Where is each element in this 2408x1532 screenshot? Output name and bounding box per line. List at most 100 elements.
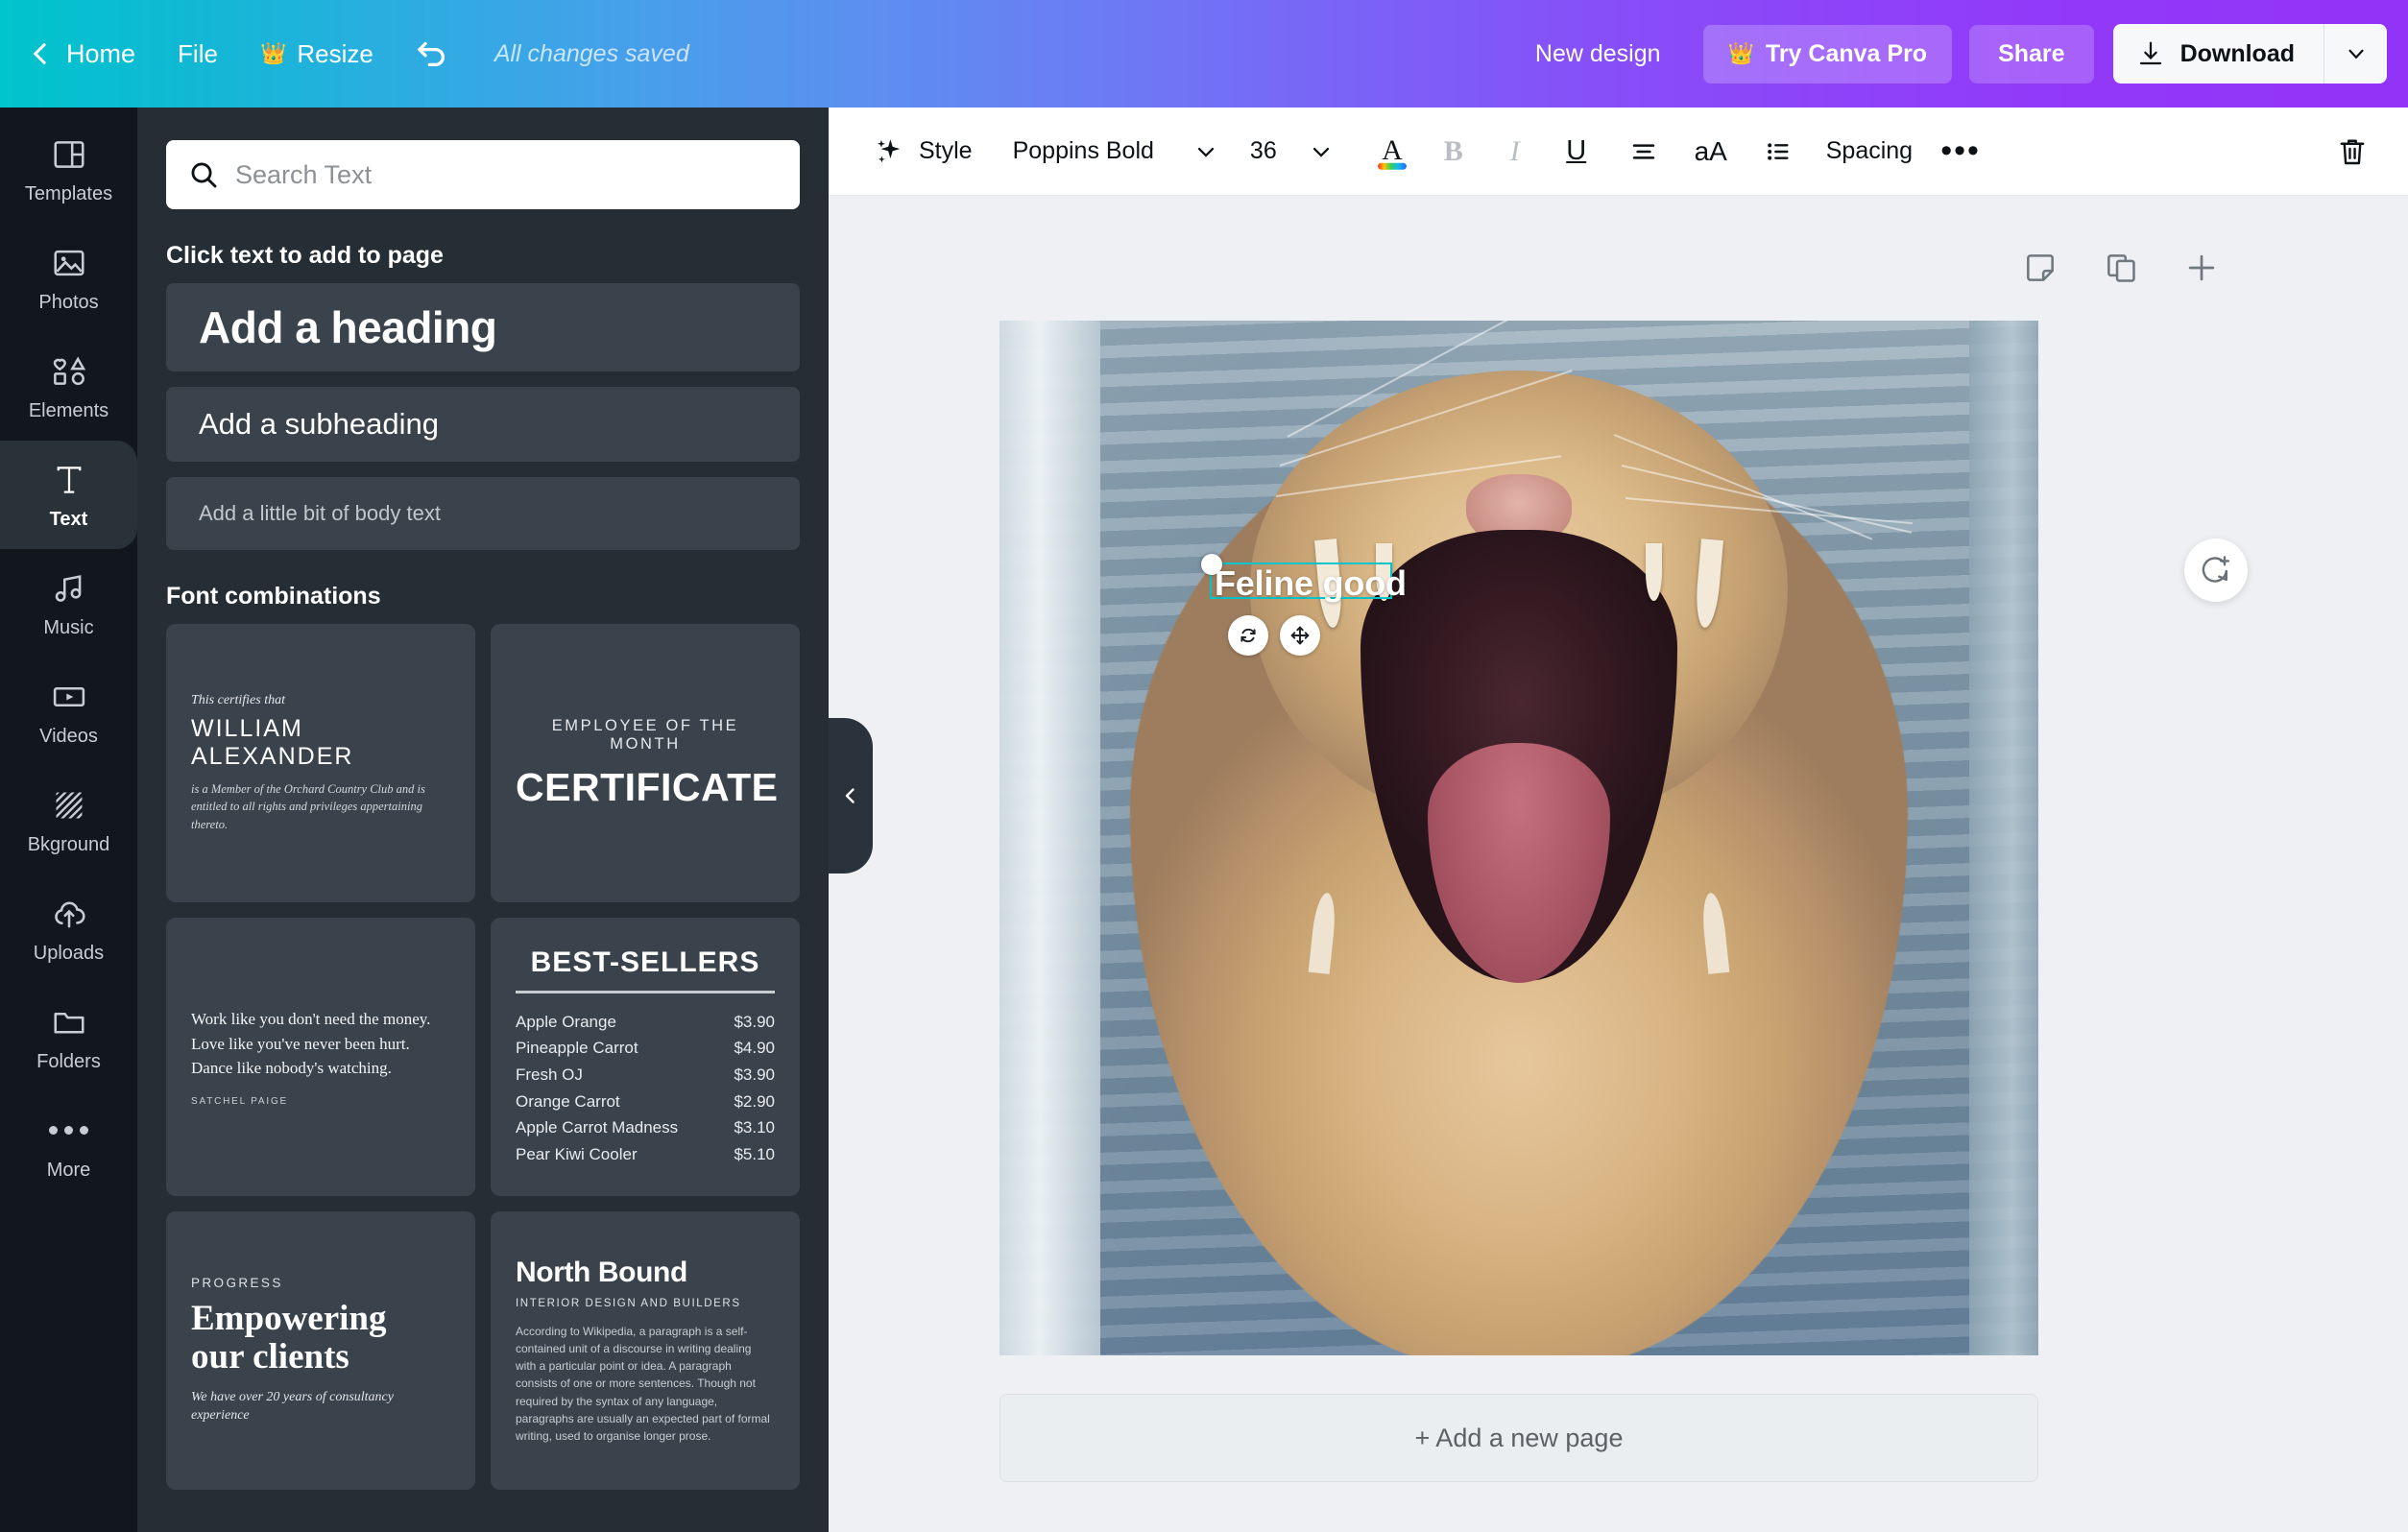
bold-icon: B xyxy=(1443,134,1463,167)
text-color-button[interactable]: A xyxy=(1365,125,1419,179)
list-item: Orange Carrot $2.90 xyxy=(516,1089,775,1115)
item-name: Orange Carrot xyxy=(516,1091,620,1111)
combo-name-line: WILLIAM ALEXANDER xyxy=(191,715,354,771)
spacing-button[interactable]: Spacing xyxy=(1809,137,1930,165)
download-button[interactable]: Download xyxy=(2112,24,2324,84)
search-input[interactable]: Search Text xyxy=(166,140,800,209)
sidebar-label: More xyxy=(46,1159,91,1181)
svg-text:A: A xyxy=(1382,133,1403,165)
move-handle[interactable] xyxy=(1280,615,1320,656)
background-icon xyxy=(49,785,89,826)
item-price: $3.90 xyxy=(734,1065,775,1084)
list-item: Pear Kiwi Cooler $5.10 xyxy=(516,1141,775,1168)
add-subheading-button[interactable]: Add a subheading xyxy=(166,387,800,462)
list-item: Apple Carrot Madness $3.10 xyxy=(516,1114,775,1141)
combo-quote-line-1: Work like you don't need the money. xyxy=(191,1009,431,1028)
font-family-select[interactable]: Poppins Bold xyxy=(992,137,1175,165)
home-button[interactable]: Home xyxy=(29,0,157,108)
sidebar-item-photos[interactable]: Photos xyxy=(0,224,137,332)
bold-button[interactable]: B xyxy=(1427,125,1481,179)
sidebar-label: Text xyxy=(49,508,88,530)
collapse-panel-button[interactable] xyxy=(829,718,873,874)
download-options-button[interactable] xyxy=(2324,24,2387,84)
font-combo-card-northbound[interactable]: North Bound INTERIOR DESIGN AND BUILDERS… xyxy=(491,1211,800,1490)
item-price: $4.90 xyxy=(734,1039,775,1058)
font-combo-card-progress[interactable]: PROGRESS Empowering our clients We have … xyxy=(166,1211,475,1490)
resize-button[interactable]: 👑 Resize xyxy=(239,0,395,108)
sidebar-label: Music xyxy=(43,616,94,638)
file-menu-button[interactable]: File xyxy=(157,0,239,108)
sidebar-label: Uploads xyxy=(33,942,105,964)
combo-eyebrow-line: PROGRESS xyxy=(191,1275,283,1290)
chevron-down-icon xyxy=(1197,147,1215,157)
new-design-button[interactable]: New design xyxy=(1510,40,1686,68)
chevron-down-icon xyxy=(2348,49,2364,60)
list-item: Apple Orange $3.90 xyxy=(516,1009,775,1036)
chevron-left-icon xyxy=(845,788,855,803)
italic-button[interactable]: I xyxy=(1488,125,1542,179)
font-combo-card-quote[interactable]: Work like you don't need the money. Love… xyxy=(166,918,475,1196)
style-button[interactable]: Style xyxy=(854,123,992,180)
add-heading-button[interactable]: Add a heading xyxy=(166,283,800,371)
font-combo-card-bestsellers[interactable]: BEST-SELLERS Apple Orange $3.90 Pineappl… xyxy=(491,918,800,1196)
try-canva-pro-button[interactable]: 👑 Try Canva Pro xyxy=(1702,24,1953,84)
sidebar-item-videos[interactable]: Videos xyxy=(0,658,137,766)
add-comment-button[interactable] xyxy=(2184,539,2248,602)
more-options-button[interactable]: ••• xyxy=(1934,125,1987,179)
undo-icon xyxy=(418,41,445,67)
combo-body-line: According to Wikipedia, a paragraph is a… xyxy=(516,1324,770,1444)
sidebar-label: Folders xyxy=(36,1050,101,1072)
search-placeholder: Search Text xyxy=(235,159,373,189)
share-button[interactable]: Share xyxy=(1969,24,2094,84)
add-body-text-button[interactable]: Add a little bit of body text xyxy=(166,477,800,550)
text-align-button[interactable] xyxy=(1617,125,1671,179)
bullet-list-button[interactable] xyxy=(1751,125,1805,179)
sidebar-item-text[interactable]: Text xyxy=(0,441,137,549)
combo-title-line-1: Empowering xyxy=(191,1298,387,1338)
sidebar-item-music[interactable]: Music xyxy=(0,549,137,658)
top-bar: Home File 👑 Resize All changes saved New… xyxy=(0,0,2408,108)
combo-quote-line-3: Dance like nobody's watching. xyxy=(191,1059,392,1078)
font-size-input[interactable]: 36 xyxy=(1237,137,1290,165)
item-price: $5.10 xyxy=(734,1144,775,1163)
undo-button[interactable] xyxy=(395,0,470,108)
item-price: $3.10 xyxy=(734,1118,775,1137)
sidebar-label: Videos xyxy=(39,725,98,747)
sidebar-item-templates[interactable]: Templates xyxy=(0,115,137,224)
cat-photo xyxy=(999,321,2038,1355)
combo-bestsellers-title: BEST-SELLERS xyxy=(530,946,760,978)
top-bar-left-group: Home File 👑 Resize All changes saved xyxy=(0,0,689,108)
font-combo-card-certificate[interactable]: This certifies that WILLIAM ALEXANDER is… xyxy=(166,624,475,902)
rotate-handle[interactable] xyxy=(1228,615,1268,656)
uploads-icon xyxy=(49,894,89,934)
design-page[interactable]: Feline good xyxy=(999,321,2038,1355)
combo-subtitle-line: INTERIOR DESIGN AND BUILDERS xyxy=(516,1297,741,1309)
sparkle-icon xyxy=(877,138,901,162)
combo-quote-line-2: Love like you've never been hurt. xyxy=(191,1034,410,1053)
rotate-icon xyxy=(1240,628,1256,643)
list-item: Pineapple Carrot $4.90 xyxy=(516,1035,775,1062)
add-heading-label: Add a heading xyxy=(199,302,497,352)
delete-button[interactable] xyxy=(2325,125,2379,179)
underline-button[interactable]: U xyxy=(1550,125,1603,179)
font-family-chevron-button[interactable] xyxy=(1179,125,1233,179)
sidebar-item-more[interactable]: More xyxy=(0,1091,137,1200)
divider xyxy=(516,990,775,993)
item-name: Apple Carrot Madness xyxy=(516,1118,679,1137)
sidebar-item-folders[interactable]: Folders xyxy=(0,983,137,1091)
sidebar-item-background[interactable]: Bkground xyxy=(0,766,137,874)
add-comment-icon xyxy=(2202,556,2230,583)
sidebar-item-uploads[interactable]: Uploads xyxy=(0,874,137,983)
font-combo-card-employee[interactable]: EMPLOYEE OF THE MONTH CERTIFICATE xyxy=(491,624,800,902)
add-new-page-button[interactable]: + Add a new page xyxy=(999,1394,2038,1482)
text-case-button[interactable]: aA xyxy=(1684,125,1738,179)
download-icon xyxy=(2139,41,2161,65)
selected-text-element[interactable]: Feline good xyxy=(1215,563,1407,604)
font-size-chevron-button[interactable] xyxy=(1294,125,1348,179)
sidebar-item-elements[interactable]: Elements xyxy=(0,332,137,441)
click-text-heading: Click text to add to page xyxy=(166,242,444,269)
top-bar-right-group: New design 👑 Try Canva Pro Share Downloa… xyxy=(1510,0,2408,108)
add-subheading-label: Add a subheading xyxy=(199,407,439,441)
photos-icon xyxy=(49,243,89,283)
folders-icon xyxy=(49,1002,89,1042)
